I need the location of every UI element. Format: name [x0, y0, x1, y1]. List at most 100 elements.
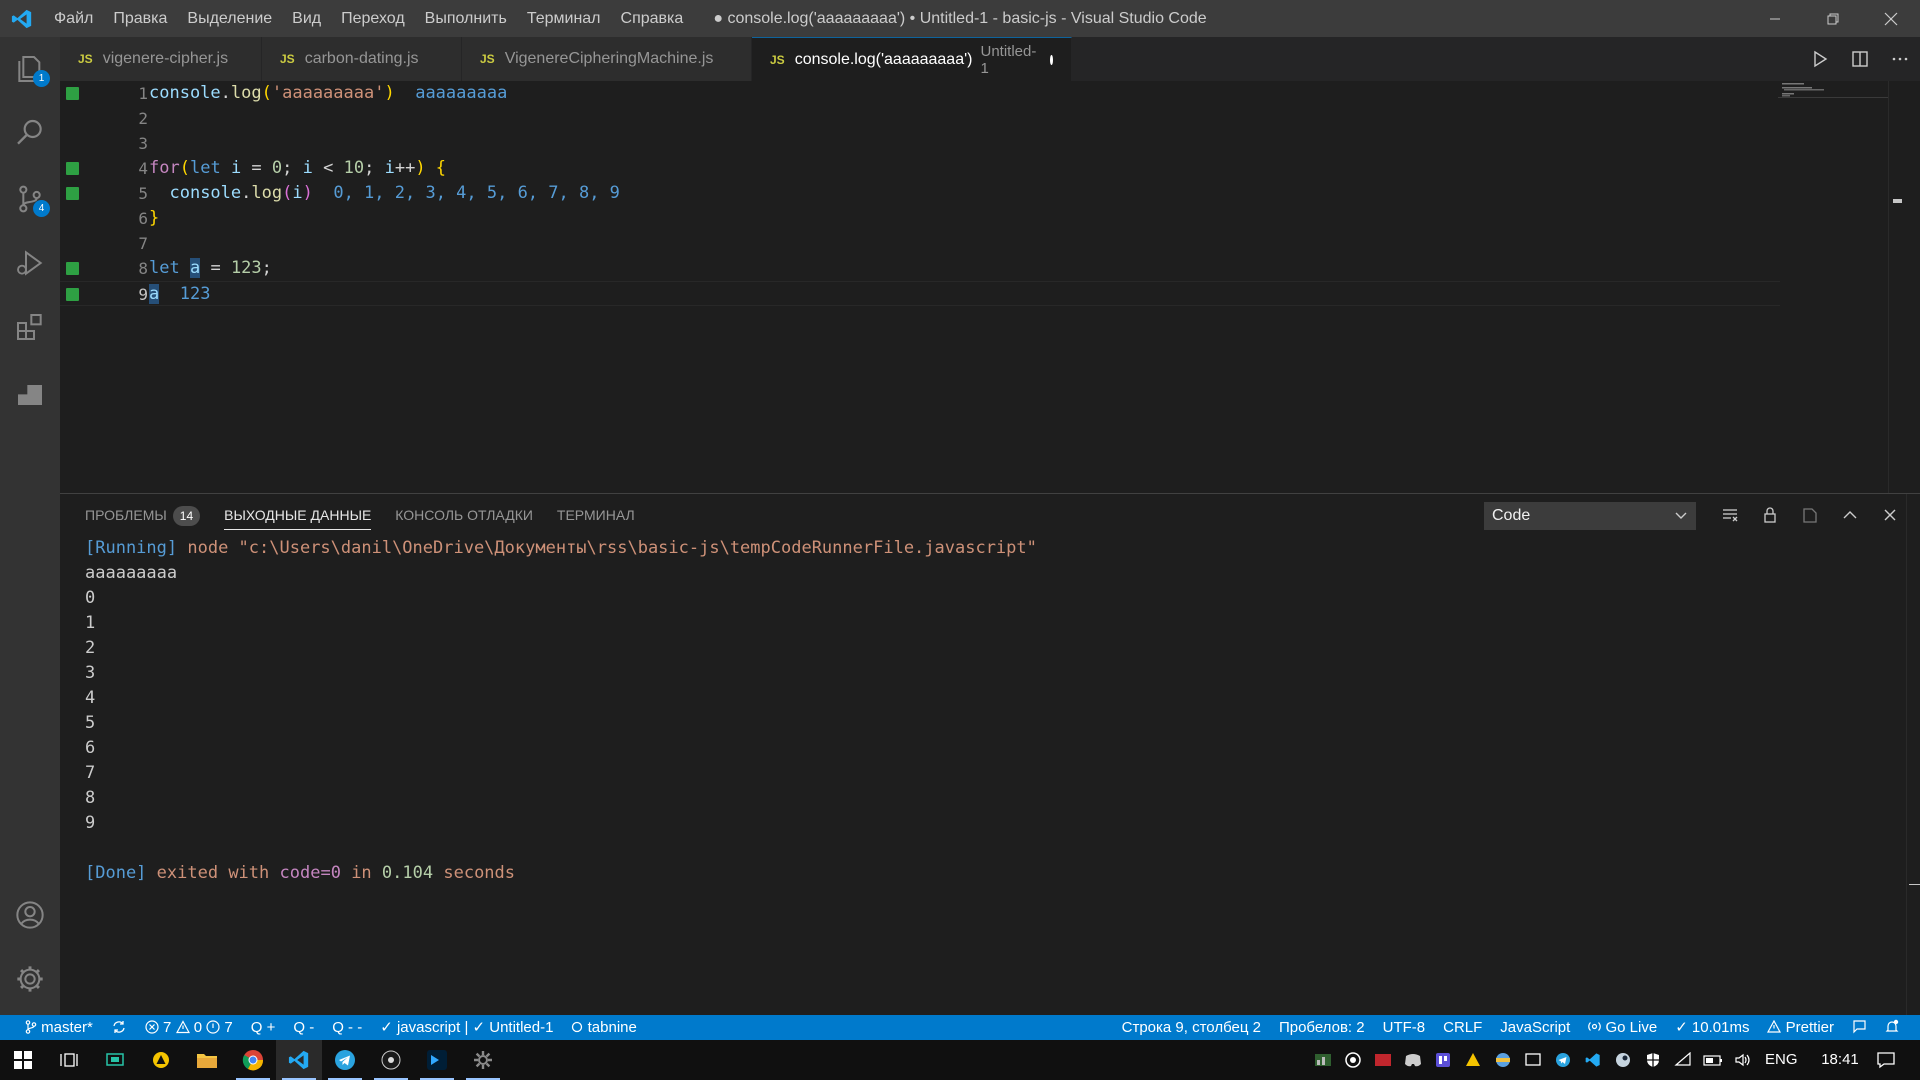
menu-run[interactable]: Выполнить [415, 0, 517, 37]
taskbar-app-monitor[interactable] [92, 1040, 138, 1080]
tray-steam[interactable] [1608, 1040, 1638, 1080]
prettier-status[interactable]: Prettier [1758, 1015, 1843, 1040]
menu-view[interactable]: Вид [282, 0, 331, 37]
tray-wifi[interactable] [1668, 1040, 1698, 1080]
tray-app-icon[interactable] [1488, 1040, 1518, 1080]
menu-selection[interactable]: Выделение [177, 0, 282, 37]
run-code-button[interactable] [1800, 37, 1840, 81]
quokka-minus-button[interactable]: Q - [284, 1015, 323, 1040]
tray-defender[interactable] [1638, 1040, 1668, 1080]
tray-trello[interactable] [1428, 1040, 1458, 1080]
tab-untitled-1[interactable]: JS console.log('aaaaaaaaa') Untitled-1 [752, 37, 1072, 81]
tab-problems[interactable]: ПРОБЛЕМЫ 14 [73, 494, 212, 536]
split-editor-button[interactable] [1840, 37, 1880, 81]
tray-app-icon[interactable] [1518, 1040, 1548, 1080]
code-editor[interactable]: 1 console.log('aaaaaaaaa') aaaaaaaaa 2 3… [60, 81, 1902, 493]
tab-vigenere-cipher[interactable]: JS vigenere-cipher.js [60, 37, 262, 81]
tab-terminal[interactable]: ТЕРМИНАЛ [545, 494, 647, 536]
close-window-button[interactable] [1862, 0, 1920, 37]
quokka-clear-button[interactable]: Q - - [323, 1015, 371, 1040]
taskbar-app-telegram[interactable] [322, 1040, 368, 1080]
go-live-button[interactable]: Go Live [1579, 1015, 1666, 1040]
tab-debug-console[interactable]: КОНСОЛЬ ОТЛАДКИ [383, 494, 545, 536]
panel-scrollbar[interactable] [1906, 494, 1920, 1016]
tab-output[interactable]: ВЫХОДНЫЕ ДАННЫЕ [212, 494, 383, 536]
minimize-button[interactable] [1746, 0, 1804, 37]
branch-item[interactable]: master* [16, 1015, 102, 1040]
feedback-button[interactable] [1843, 1015, 1876, 1040]
editor-scrollbar[interactable] [1888, 81, 1902, 493]
more-actions-button[interactable] [1880, 37, 1920, 81]
eslint-status[interactable]: ✓ javascript | ✓ Untitled-1 [371, 1015, 562, 1040]
tab-carbon-dating[interactable]: JS carbon-dating.js [262, 37, 462, 81]
extensions-button[interactable] [0, 299, 60, 355]
encoding-setting[interactable]: UTF-8 [1374, 1015, 1435, 1040]
code-line[interactable]: 1 console.log('aaaaaaaaa') aaaaaaaaa [60, 81, 1780, 106]
eol-setting[interactable]: CRLF [1434, 1015, 1491, 1040]
accounts-button[interactable] [0, 887, 60, 943]
sync-button[interactable] [102, 1015, 136, 1040]
minimap[interactable] [1778, 81, 1888, 121]
quokka-timing[interactable]: ✓ 10.01ms [1666, 1015, 1758, 1040]
lock-scroll-button[interactable] [1750, 494, 1790, 536]
input-language[interactable]: ENG [1765, 1040, 1798, 1080]
tabnine-status[interactable]: tabnine [562, 1015, 645, 1040]
code-line[interactable]: 7 [60, 231, 1780, 256]
output-channel-select[interactable]: Code [1484, 502, 1696, 530]
unsaved-dot-icon[interactable] [1050, 54, 1053, 65]
code-line[interactable]: 3 [60, 131, 1780, 156]
language-mode[interactable]: JavaScript [1491, 1015, 1579, 1040]
tray-vscode[interactable] [1578, 1040, 1608, 1080]
taskbar-app-photoshop[interactable] [414, 1040, 460, 1080]
menu-edit[interactable]: Правка [103, 0, 177, 37]
taskbar-app-obs[interactable] [368, 1040, 414, 1080]
tray-app-icon[interactable] [1308, 1040, 1338, 1080]
notifications-button[interactable] [1876, 1015, 1908, 1040]
code-line[interactable]: 2 [60, 106, 1780, 131]
quokka-plus-button[interactable]: Q + [242, 1015, 285, 1040]
taskbar-app-norton[interactable] [138, 1040, 184, 1080]
current-code-line[interactable]: 9 a 123 [60, 281, 1780, 306]
tray-discord[interactable] [1398, 1040, 1428, 1080]
clear-output-button[interactable] [1710, 494, 1750, 536]
tray-telegram[interactable] [1548, 1040, 1578, 1080]
tray-app-icon[interactable] [1368, 1040, 1398, 1080]
restore-button[interactable] [1804, 0, 1862, 37]
source-control-button[interactable]: 4 [0, 171, 60, 227]
cursor-position[interactable]: Строка 9, столбец 2 [1113, 1015, 1270, 1040]
open-log-button[interactable] [1790, 494, 1830, 536]
taskbar-app-settings[interactable] [460, 1040, 506, 1080]
code-line[interactable]: 8 let a = 123; [60, 256, 1780, 281]
run-debug-button[interactable] [0, 235, 60, 291]
output-log[interactable]: [Running] node "c:\Users\danil\OneDrive\… [85, 536, 1037, 886]
extension-panel-button[interactable] [0, 365, 60, 421]
open-file-icon [1803, 508, 1817, 523]
taskbar-app-chrome[interactable] [230, 1040, 276, 1080]
settings-button[interactable] [0, 951, 60, 1007]
tray-battery[interactable] [1698, 1040, 1728, 1080]
tray-app-icon[interactable] [1338, 1040, 1368, 1080]
start-button[interactable] [0, 1040, 46, 1080]
taskbar-app-explorer[interactable] [184, 1040, 230, 1080]
system-clock[interactable]: 18:41 [1810, 1040, 1870, 1080]
maximize-panel-button[interactable] [1830, 494, 1870, 536]
taskbar-app-vscode[interactable] [276, 1040, 322, 1080]
tab-vigenere-ciphering-machine[interactable]: JS VigenereCipheringMachine.js [462, 37, 752, 81]
menu-terminal[interactable]: Терминал [517, 0, 611, 37]
tray-norton[interactable] [1458, 1040, 1488, 1080]
explorer-button[interactable]: 1 [0, 41, 60, 97]
code-line[interactable]: 4 for(let i = 0; i < 10; i++) { [60, 156, 1780, 181]
problems-status[interactable]: 7 0 7 [136, 1015, 242, 1040]
search-button[interactable] [0, 105, 60, 161]
tray-volume[interactable] [1728, 1040, 1758, 1080]
menu-help[interactable]: Справка [611, 0, 694, 37]
menu-go[interactable]: Переход [331, 0, 415, 37]
action-center-button[interactable] [1866, 1040, 1906, 1080]
close-panel-button[interactable] [1870, 494, 1910, 536]
code-line[interactable]: 5 console.log(i) 0, 1, 2, 3, 4, 5, 6, 7,… [60, 181, 1780, 206]
task-view-button[interactable] [46, 1040, 92, 1080]
indentation-setting[interactable]: Пробелов: 2 [1270, 1015, 1374, 1040]
menu-file[interactable]: Файл [44, 0, 103, 37]
vscode-logo-icon[interactable] [0, 0, 44, 37]
code-line[interactable]: 6 } [60, 206, 1780, 231]
